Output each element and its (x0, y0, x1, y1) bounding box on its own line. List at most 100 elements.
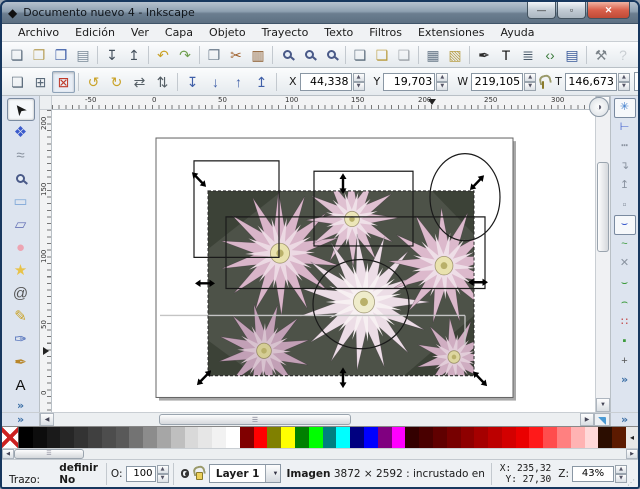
color-swatch[interactable] (419, 427, 433, 448)
menu-trayecto[interactable]: Trayecto (254, 25, 317, 40)
menu-edición[interactable]: Edición (67, 25, 123, 40)
color-swatch[interactable] (474, 427, 489, 448)
color-swatch[interactable] (156, 427, 171, 448)
color-swatch[interactable] (488, 427, 502, 448)
color-swatch[interactable] (46, 427, 61, 448)
print-document[interactable]: ▤ (72, 44, 94, 66)
color-swatch[interactable] (184, 427, 199, 448)
color-swatch[interactable] (446, 427, 461, 448)
color-swatch[interactable] (32, 427, 47, 448)
lock-ratio-icon[interactable] (542, 80, 545, 89)
snap-cusp-nodes[interactable]: ⌣ (614, 274, 636, 294)
color-swatch[interactable] (308, 427, 323, 448)
layer-selector[interactable]: Layer 1 ▼ (208, 464, 282, 483)
box3d-tool[interactable]: ▱ (7, 213, 35, 236)
raise-to-top[interactable]: ↥ (250, 71, 273, 93)
color-swatch[interactable] (170, 427, 185, 448)
paste[interactable]: ▥ (247, 44, 269, 66)
spiral-tool[interactable]: @ (7, 282, 35, 305)
horizontal-scroll-thumb[interactable]: ☰ (159, 414, 351, 425)
color-swatch[interactable] (212, 427, 226, 448)
menu-objeto[interactable]: Objeto (201, 25, 254, 40)
snap-object-centers[interactable]: ▪ (614, 332, 636, 352)
group-objects[interactable]: ▦ (422, 44, 444, 66)
color-swatch[interactable] (225, 427, 240, 448)
height-input[interactable] (564, 72, 617, 91)
close-button[interactable]: ✕ (587, 2, 630, 19)
menu-filtros[interactable]: Filtros (361, 25, 410, 40)
color-swatch[interactable] (322, 427, 337, 448)
scroll-left-icon[interactable]: ◀ (40, 413, 54, 426)
layer-visibility-eye-icon[interactable] (180, 469, 190, 478)
toggle-selection-cue[interactable]: ⊠ (52, 70, 75, 93)
snap-rotation-centers[interactable]: + (614, 352, 636, 372)
height-spinner[interactable]: ▲ ▼ (617, 72, 630, 91)
color-swatch[interactable] (529, 427, 544, 448)
y-spinner[interactable]: ▲ ▼ (436, 72, 449, 91)
align-distribute-dialog[interactable]: ▤ (561, 44, 583, 66)
x-input[interactable] (299, 72, 352, 91)
selector-tool[interactable]: ➤ (6, 98, 35, 121)
pencil-tool[interactable]: ✎ (7, 305, 35, 328)
palette-scrollbar[interactable]: ◀ ☰ ▶ (2, 448, 638, 459)
zoom-spinner[interactable]: ▲ ▼ (615, 464, 627, 483)
minimize-button[interactable]: — (527, 2, 556, 19)
drawing-canvas[interactable] (52, 110, 595, 412)
snapbar-more-chevron[interactable]: » (621, 413, 628, 426)
vertical-scroll-thumb[interactable] (597, 161, 609, 252)
new-document[interactable]: ❏ (6, 44, 28, 66)
open-document[interactable]: ❐ (28, 44, 50, 66)
canvas-corner-button[interactable]: ◑ (589, 97, 609, 117)
menu-texto[interactable]: Texto (316, 25, 361, 40)
toolbox-overflow-chevron[interactable]: » (17, 399, 24, 412)
snap-bbox-edges[interactable]: ┅ (614, 137, 636, 157)
zoom-input[interactable] (572, 465, 614, 482)
redo[interactable]: ↷ (174, 44, 196, 66)
color-swatch[interactable] (543, 427, 558, 448)
pen-tool[interactable]: ✑ (7, 328, 35, 351)
snap-nodes[interactable]: ⌣ (613, 215, 636, 235)
color-swatch[interactable] (129, 427, 144, 448)
layer-dropdown-arrow-icon[interactable]: ▼ (265, 465, 281, 482)
color-swatch[interactable] (363, 427, 378, 448)
text-dialog[interactable]: T (495, 44, 517, 66)
snap-to-paths[interactable]: ~ (614, 235, 636, 255)
lower-to-bottom[interactable]: ↧ (181, 71, 204, 93)
cut[interactable]: ✂ (225, 44, 247, 66)
horizontal-scroll-track[interactable]: ☰ (54, 413, 580, 426)
color-management-toggle-icon[interactable] (594, 413, 610, 426)
snap-bbox[interactable]: ⊢ (614, 118, 636, 138)
color-swatch[interactable] (87, 427, 102, 448)
color-swatch[interactable] (405, 427, 420, 448)
canvas[interactable]: ◑ (52, 97, 609, 412)
snap-smooth-nodes[interactable]: ⌢ (614, 293, 636, 313)
ellipse-tool[interactable]: ● (7, 236, 35, 259)
embedded-photo[interactable] (208, 171, 499, 397)
zoom-drawing[interactable] (298, 44, 320, 66)
import-bitmap[interactable]: ↧ (101, 44, 123, 66)
export-bitmap[interactable]: ↥ (123, 44, 145, 66)
star-tool[interactable]: ★ (7, 259, 35, 282)
menu-archivo[interactable]: Archivo (10, 25, 67, 40)
opacity-input[interactable] (125, 465, 156, 482)
color-swatch[interactable] (584, 427, 599, 448)
color-swatch[interactable] (336, 427, 351, 448)
snap-path-intersections[interactable]: ✕ (614, 254, 636, 274)
color-swatch[interactable] (253, 427, 268, 448)
vertical-scroll-track[interactable] (596, 110, 610, 398)
preferences[interactable]: ⚒ (590, 44, 612, 66)
color-swatch[interactable] (350, 427, 364, 448)
color-swatch[interactable] (198, 427, 213, 448)
duplicate[interactable]: ❏ (349, 44, 371, 66)
color-swatch[interactable] (501, 427, 516, 448)
layer-lock-icon[interactable] (196, 471, 203, 480)
width-spinner[interactable]: ▲ ▼ (524, 72, 537, 91)
snap-midpoints[interactable]: ∷ (614, 313, 636, 333)
vertical-scrollbar[interactable]: ▲ ▼ (595, 96, 610, 412)
lower-step[interactable]: ↓ (204, 71, 227, 93)
xml-editor[interactable]: ‹› (539, 44, 561, 66)
color-swatch[interactable] (391, 427, 406, 448)
resize-grip[interactable]: ⋰ (627, 478, 635, 487)
layers-dialog[interactable]: ≣ (517, 44, 539, 66)
width-input[interactable] (471, 72, 524, 91)
